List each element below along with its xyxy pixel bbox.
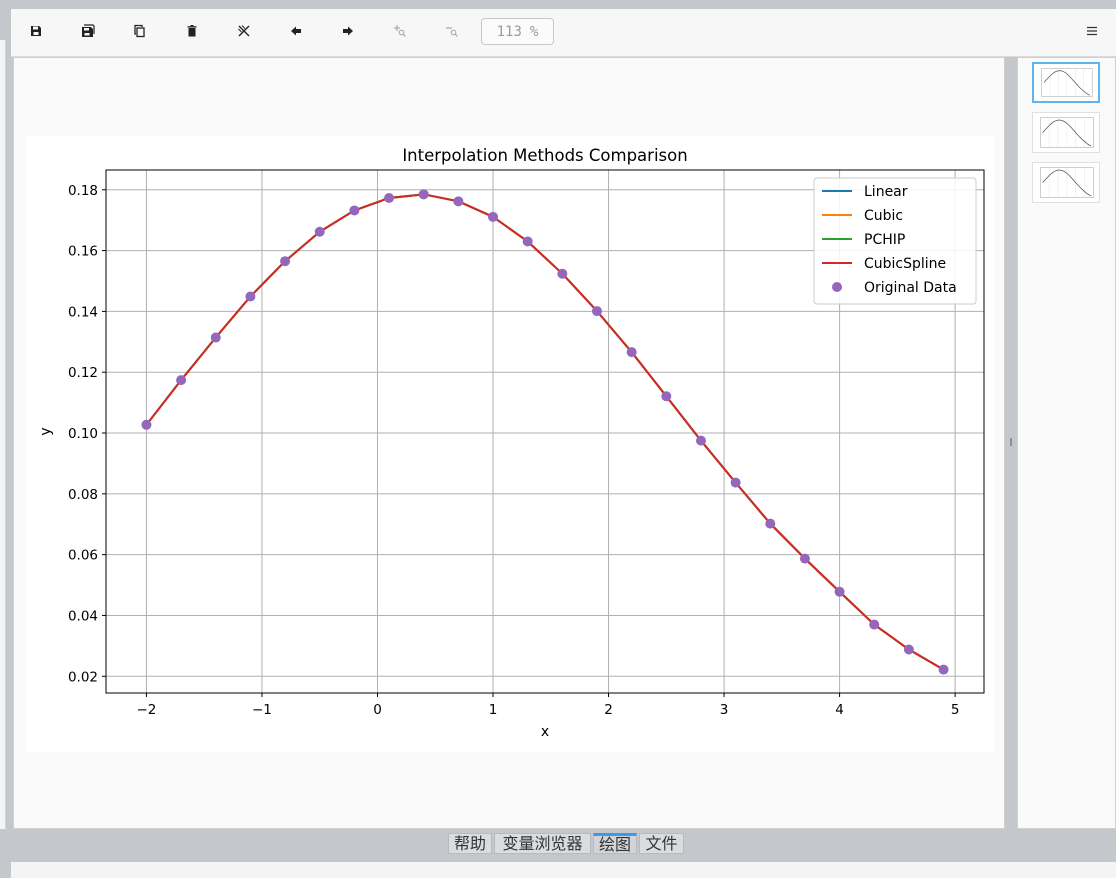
y-axis-label: y bbox=[38, 427, 54, 435]
original-data-point bbox=[557, 268, 568, 279]
options-menu-button[interactable] bbox=[1078, 17, 1106, 45]
save-icon bbox=[31, 26, 41, 36]
chart-legend: Linear Cubic PCHIP CubicSpline Original Data bbox=[813, 177, 977, 305]
original-data-point bbox=[210, 332, 221, 343]
original-data-point bbox=[141, 419, 152, 430]
plot-viewer: −2 −1 0 1 2 3 4 5 0.02 0.04 0.06 0.08 0.10 0.12 0.14 0.… bbox=[13, 57, 1005, 829]
delete-button[interactable] bbox=[178, 17, 206, 45]
plot-thumbnail[interactable] bbox=[1032, 62, 1100, 103]
y-tick-label: 0.14 bbox=[68, 304, 98, 320]
plot-thumbnails-panel bbox=[1017, 57, 1116, 829]
save-all-button[interactable] bbox=[74, 17, 102, 45]
original-data-point bbox=[834, 586, 845, 597]
x-tick-label: 4 bbox=[835, 702, 844, 718]
original-data-point bbox=[938, 664, 949, 675]
chart-title: Interpolation Methods Comparison bbox=[402, 146, 687, 165]
plot-thumbnail[interactable] bbox=[1032, 162, 1100, 203]
thumbnail-preview bbox=[1041, 68, 1093, 97]
legend-swatch bbox=[832, 282, 842, 292]
y-tick-label: 0.06 bbox=[68, 548, 98, 564]
legend-label: Cubic bbox=[864, 208, 903, 224]
original-data-point bbox=[245, 291, 256, 302]
hamburger-menu-icon bbox=[1087, 26, 1097, 36]
left-pane-edge bbox=[0, 40, 6, 852]
zoom-level-unit: % bbox=[529, 23, 539, 40]
status-bar bbox=[11, 862, 1116, 878]
legend-label: CubicSpline bbox=[864, 256, 946, 272]
y-tick-label: 0.12 bbox=[68, 365, 98, 381]
original-data-point bbox=[418, 189, 429, 200]
x-tick-label: 2 bbox=[604, 702, 613, 718]
original-data-point bbox=[730, 477, 741, 488]
close-all-icon bbox=[238, 25, 250, 37]
zoom-out-button[interactable] bbox=[438, 17, 466, 45]
y-tick-label: 0.04 bbox=[68, 608, 98, 624]
original-data-point bbox=[488, 211, 499, 222]
x-tick-label: −1 bbox=[252, 702, 272, 718]
thumbnail-preview bbox=[1040, 167, 1094, 198]
pane-tabs: 帮助 变量浏览器 绘图 文件 bbox=[0, 829, 1116, 857]
x-tick-label: 0 bbox=[373, 702, 382, 718]
arrow-left-icon bbox=[291, 26, 301, 36]
legend-label: PCHIP bbox=[864, 232, 905, 248]
zoom-in-icon bbox=[394, 25, 406, 37]
x-tick-label: 3 bbox=[720, 702, 729, 718]
plot-toolbar: 113 % bbox=[11, 9, 1116, 57]
arrow-right-icon bbox=[343, 26, 353, 36]
zoom-level-field[interactable]: 113 % bbox=[481, 18, 554, 45]
copy-icon bbox=[134, 24, 145, 38]
y-tick-label: 0.02 bbox=[68, 669, 98, 685]
save-all-icon bbox=[82, 24, 95, 37]
original-data-point bbox=[349, 205, 360, 216]
figure-canvas: −2 −1 0 1 2 3 4 5 0.02 0.04 0.06 0.08 0.10 0.12 0.14 0.… bbox=[26, 136, 994, 752]
tab-plots[interactable]: 绘图 bbox=[593, 833, 637, 854]
original-data-point bbox=[176, 375, 187, 386]
original-data-point bbox=[626, 347, 637, 358]
splitter-grip[interactable] bbox=[1010, 438, 1012, 446]
tab-files[interactable]: 文件 bbox=[639, 833, 684, 854]
x-tick-label: 5 bbox=[951, 702, 960, 718]
x-tick-label: 1 bbox=[489, 702, 498, 718]
close-all-button[interactable] bbox=[230, 17, 258, 45]
zoom-out-icon bbox=[446, 27, 458, 37]
original-data-point bbox=[522, 236, 533, 247]
legend-label: Linear bbox=[864, 184, 908, 200]
original-data-point bbox=[453, 196, 464, 207]
previous-plot-button[interactable] bbox=[282, 17, 310, 45]
y-tick-label: 0.18 bbox=[68, 183, 98, 199]
plot-pane-window: 113 % −2 −1 0 1 2 3 4 5 0.02 0.04 0.06 0.08 0.10 0.12… bbox=[0, 0, 1116, 878]
legend-label: Original Data bbox=[864, 280, 957, 296]
y-tick-label: 0.16 bbox=[68, 244, 98, 260]
original-data-point bbox=[799, 553, 810, 564]
tab-help[interactable]: 帮助 bbox=[448, 833, 492, 854]
original-data-point bbox=[280, 256, 291, 267]
tab-variable-explorer[interactable]: 变量浏览器 bbox=[494, 833, 591, 854]
interpolation-chart: −2 −1 0 1 2 3 4 5 0.02 0.04 0.06 0.08 0.10 0.12 0.14 0.… bbox=[38, 146, 985, 740]
original-data-point bbox=[591, 306, 602, 317]
original-data-point bbox=[903, 644, 914, 655]
y-tick-label: 0.10 bbox=[68, 426, 98, 442]
next-plot-button[interactable] bbox=[334, 17, 362, 45]
original-data-point bbox=[384, 192, 395, 203]
top-edge bbox=[0, 0, 1116, 9]
zoom-level-value: 113 bbox=[496, 23, 522, 40]
original-data-point bbox=[314, 226, 325, 237]
plot-thumbnail[interactable] bbox=[1032, 112, 1100, 153]
save-button[interactable] bbox=[22, 17, 50, 45]
original-data-point bbox=[661, 391, 672, 402]
original-data-point bbox=[869, 619, 880, 630]
thumbnail-preview bbox=[1040, 117, 1094, 148]
trash-icon bbox=[187, 25, 197, 37]
original-data-point bbox=[695, 435, 706, 446]
y-tick-label: 0.08 bbox=[68, 487, 98, 503]
x-tick-label: −2 bbox=[136, 702, 156, 718]
x-axis-label: x bbox=[541, 724, 549, 740]
zoom-in-button[interactable] bbox=[386, 17, 414, 45]
copy-button[interactable] bbox=[126, 17, 154, 45]
original-data-point bbox=[765, 518, 776, 529]
